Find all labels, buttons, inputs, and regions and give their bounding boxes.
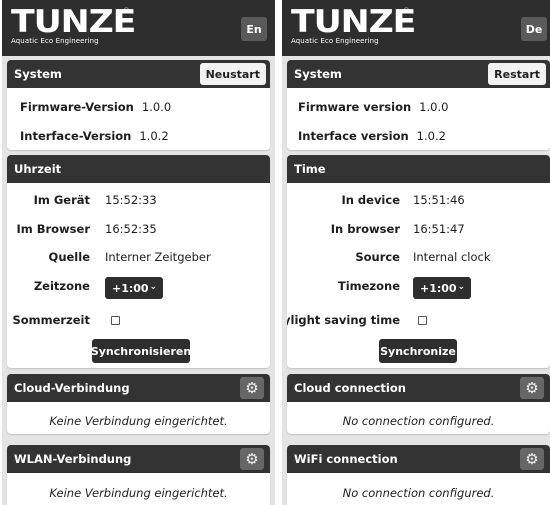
timezone-select-value: +1:00 [420, 281, 457, 295]
browser-time-label: In browser [330, 222, 400, 236]
timezone-label: Zeitzone [33, 279, 90, 293]
device-time-value: 15:51:46 [413, 193, 465, 207]
wifi-card-title: WiFi connection [294, 452, 398, 466]
time-card-title: Time [294, 162, 326, 176]
source-label: Source [355, 250, 400, 264]
interface-label: Interface version [298, 129, 409, 143]
time-card-header: Time [287, 155, 550, 183]
firmware-row: Firmware version 1.0.0 [298, 100, 448, 114]
source-value: Interner Zeitgeber [105, 250, 211, 264]
language-toggle-button[interactable]: De [521, 17, 547, 41]
wifi-settings-button[interactable]: ⚙ [240, 448, 264, 470]
dst-checkbox[interactable] [418, 316, 427, 325]
panel-german: TUNZE ® Aquatic Eco Engineering En Syste… [2, 0, 275, 505]
cloud-card-header: Cloud-Verbindung ⚙ [7, 374, 270, 402]
restart-button[interactable]: Neustart [199, 63, 266, 85]
dst-label: Sommerzeit [12, 313, 90, 327]
wifi-status-text: No connection configured. [342, 486, 495, 500]
time-card-header: Uhrzeit [7, 155, 270, 183]
chevron-down-icon: ⌄ [149, 282, 157, 292]
interface-row: Interface-Version 1.0.2 [20, 129, 169, 143]
device-time-value: 15:52:33 [105, 193, 157, 207]
top-bar: TUNZE ® Aquatic Eco Engineering En [2, 0, 275, 56]
panel-english: TUNZE ® Aquatic Eco Engineering De Syste… [282, 0, 550, 505]
system-card: System Neustart Firmware-Version 1.0.0 In… [7, 60, 270, 150]
system-card-title: System [14, 67, 62, 81]
wifi-card: WLAN-Verbindung ⚙ Keine Verbindung einge… [7, 445, 270, 505]
system-card-title: System [294, 67, 342, 81]
interface-row: Interface version 1.0.2 [298, 129, 446, 143]
system-card: System Restart Firmware version 1.0.0 Int… [287, 60, 550, 150]
cloud-settings-button[interactable]: ⚙ [240, 377, 264, 399]
logo-brand: TUNZE [291, 4, 416, 40]
gear-icon: ⚙ [245, 449, 259, 468]
firmware-label: Firmware version [298, 100, 412, 114]
wifi-card-header: WiFi connection ⚙ [287, 445, 550, 473]
system-card-header: System Restart [287, 60, 550, 88]
system-card-header: System Neustart [7, 60, 270, 88]
wifi-status-text: Keine Verbindung eingerichtet. [49, 486, 228, 500]
firmware-value: 1.0.0 [419, 100, 449, 114]
dst-label: Daylight saving time [287, 313, 400, 327]
device-time-label: Im Gerät [33, 193, 90, 207]
timezone-select-value: +1:00 [112, 281, 149, 295]
cloud-card: Cloud-Verbindung ⚙ Keine Verbindung eing… [7, 374, 270, 434]
time-card: Uhrzeit Im Gerät 15:52:33 Im Browser 16:… [7, 155, 270, 368]
firmware-value: 1.0.0 [141, 100, 172, 114]
browser-time-value: 16:51:47 [413, 222, 465, 236]
logo-registered-mark: ® [122, 7, 130, 15]
cloud-card: Cloud connection ⚙ No connection configu… [287, 374, 550, 434]
cloud-card-header: Cloud connection ⚙ [287, 374, 550, 402]
firmware-row: Firmware-Version 1.0.0 [20, 100, 171, 114]
cloud-status-text: Keine Verbindung eingerichtet. [49, 414, 228, 428]
cloud-status-text: No connection configured. [342, 414, 495, 428]
cloud-settings-button[interactable]: ⚙ [520, 377, 544, 399]
wifi-settings-button[interactable]: ⚙ [520, 448, 544, 470]
synchronize-button[interactable]: Synchronisieren [91, 339, 191, 363]
interface-value: 1.0.2 [416, 129, 446, 143]
wifi-card-title: WLAN-Verbindung [14, 452, 132, 466]
time-card-title: Uhrzeit [14, 162, 62, 176]
tunze-logo: TUNZE ® Aquatic Eco Engineering [291, 7, 416, 46]
firmware-label: Firmware-Version [20, 100, 134, 114]
time-card: Time In device 15:51:46 In browser 16:51… [287, 155, 550, 368]
device-time-label: In device [341, 193, 400, 207]
wifi-card-header: WLAN-Verbindung ⚙ [7, 445, 270, 473]
gear-icon: ⚙ [525, 378, 539, 397]
timezone-select[interactable]: +1:00 ⌄ [105, 277, 163, 299]
cloud-card-title: Cloud connection [294, 381, 406, 395]
wifi-card: WiFi connection ⚙ No connection configur… [287, 445, 550, 505]
interface-value: 1.0.2 [139, 129, 169, 143]
cloud-card-title: Cloud-Verbindung [14, 381, 130, 395]
language-toggle-button[interactable]: En [241, 17, 267, 41]
dst-checkbox[interactable] [111, 316, 120, 325]
chevron-down-icon: ⌄ [457, 282, 465, 292]
synchronize-button[interactable]: Synchronize [379, 339, 457, 363]
timezone-label: Timezone [337, 279, 400, 293]
interface-label: Interface-Version [20, 129, 132, 143]
logo-registered-mark: ® [402, 7, 410, 15]
tunze-logo: TUNZE ® Aquatic Eco Engineering [11, 7, 136, 46]
gear-icon: ⚙ [245, 378, 259, 397]
source-value: Internal clock [413, 250, 491, 264]
top-bar: TUNZE ® Aquatic Eco Engineering De [282, 0, 550, 56]
restart-button[interactable]: Restart [488, 63, 546, 85]
logo-brand: TUNZE [11, 4, 136, 40]
browser-time-label: Im Browser [16, 222, 90, 236]
timezone-select[interactable]: +1:00 ⌄ [413, 277, 471, 299]
gear-icon: ⚙ [525, 449, 539, 468]
source-label: Quelle [48, 250, 90, 264]
browser-time-value: 16:52:35 [105, 222, 157, 236]
